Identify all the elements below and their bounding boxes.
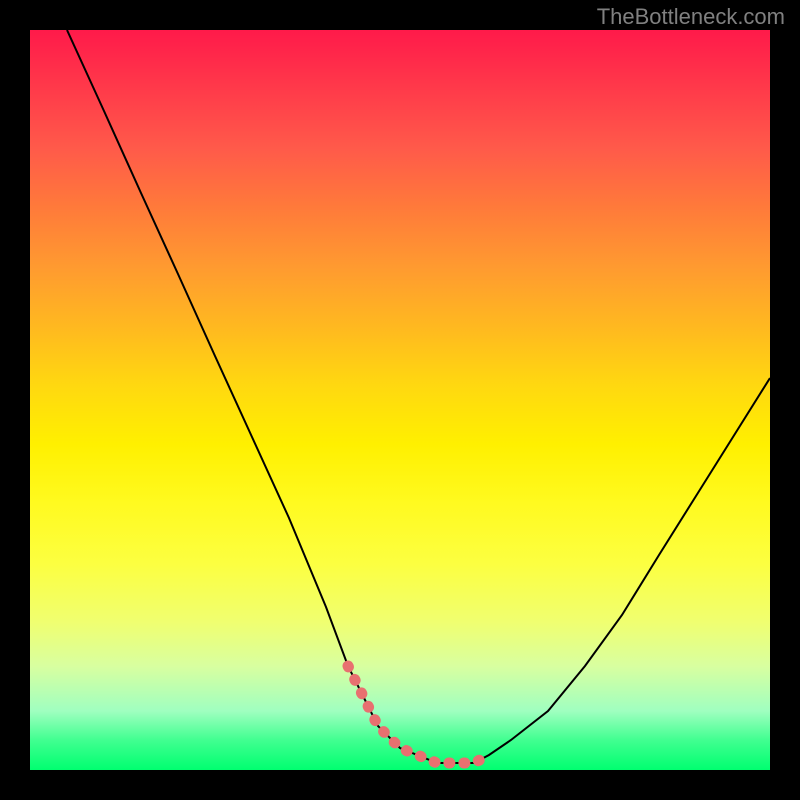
chart-svg — [30, 30, 770, 770]
valley-highlight — [348, 666, 489, 763]
curve-main — [67, 30, 770, 763]
watermark-text: TheBottleneck.com — [597, 4, 785, 30]
